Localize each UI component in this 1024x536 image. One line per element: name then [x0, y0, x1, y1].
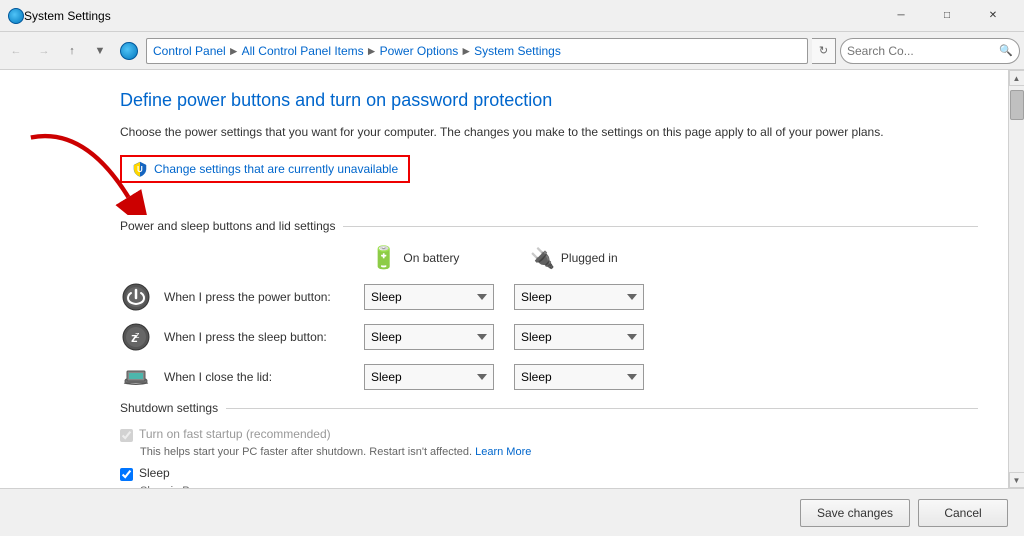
power-button-row: When I press the power button: Sleep Do … [120, 281, 978, 313]
power-button-battery-select[interactable]: Sleep Do nothing Hibernate Shut down Tur… [364, 284, 494, 310]
minimize-button[interactable]: ─ [878, 0, 924, 32]
scroll-thumb[interactable] [1010, 90, 1024, 120]
sleep-icon: z z [120, 321, 152, 353]
change-settings-label: Change settings that are currently unava… [154, 162, 398, 176]
recent-locations-button[interactable]: ▼ [88, 39, 112, 63]
sleep-button-plugged-select[interactable]: Sleep Do nothing Hibernate Shut down Tur… [514, 324, 644, 350]
battery-icon: 🔋 [370, 245, 397, 271]
fast-startup-learn-more[interactable]: Learn More [475, 446, 531, 458]
app-icon [8, 8, 24, 24]
main-content: Define power buttons and turn on passwor… [0, 70, 1024, 488]
on-battery-label: On battery [403, 251, 459, 265]
window-controls: ─ □ ✕ [878, 0, 1016, 32]
content-area: Define power buttons and turn on passwor… [0, 70, 1008, 488]
on-battery-column-header: 🔋 On battery [370, 245, 510, 271]
path-system-settings[interactable]: System Settings [474, 44, 561, 58]
title-bar: System Settings ─ □ ✕ [0, 0, 1024, 32]
scroll-down-arrow[interactable]: ▼ [1009, 472, 1024, 488]
close-lid-battery-select[interactable]: Sleep Do nothing Hibernate Shut down Tur… [364, 364, 494, 390]
sleep-row: Sleep [120, 466, 978, 481]
sleep-button-row: z z When I press the sleep button: Sleep… [120, 321, 978, 353]
power-icon [120, 281, 152, 313]
svg-text:z: z [135, 330, 140, 340]
forward-button[interactable]: → [32, 39, 56, 63]
back-button[interactable]: ← [4, 39, 28, 63]
up-button[interactable]: ↑ [60, 39, 84, 63]
close-button[interactable]: ✕ [970, 0, 1016, 32]
fast-startup-row: Turn on fast startup (recommended) [120, 427, 978, 442]
plug-icon: 🔌 [530, 246, 555, 271]
address-path[interactable]: Control Panel ► All Control Panel Items … [146, 38, 808, 64]
sleep-checkbox[interactable] [120, 468, 133, 481]
fast-startup-label: Turn on fast startup (recommended) [139, 427, 331, 441]
sleep-subtext: Show in Power menu. [140, 485, 978, 488]
sleep-button-battery-select[interactable]: Sleep Do nothing Hibernate Shut down Tur… [364, 324, 494, 350]
power-button-plugged-select[interactable]: Sleep Do nothing Hibernate Shut down Tur… [514, 284, 644, 310]
page-description: Choose the power settings that you want … [120, 123, 978, 141]
close-lid-plugged-select[interactable]: Sleep Do nothing Hibernate Shut down Tur… [514, 364, 644, 390]
cancel-button[interactable]: Cancel [918, 499, 1008, 527]
shutdown-section: Shutdown settings Turn on fast startup (… [120, 401, 978, 488]
power-sleep-header: Power and sleep buttons and lid settings [120, 219, 978, 233]
sleep-label: Sleep [139, 466, 170, 480]
scroll-up-arrow[interactable]: ▲ [1009, 70, 1024, 86]
power-button-label: When I press the power button: [164, 290, 364, 304]
location-icon [120, 42, 138, 60]
change-settings-area: U Change settings that are currently una… [120, 155, 978, 201]
scrollbar[interactable]: ▲ ▼ [1008, 70, 1024, 488]
close-lid-row: When I close the lid: Sleep Do nothing H… [120, 361, 978, 393]
sleep-button-label: When I press the sleep button: [164, 330, 364, 344]
save-changes-button[interactable]: Save changes [800, 499, 910, 527]
power-table-header: 🔋 On battery 🔌 Plugged in [120, 245, 978, 271]
window-title: System Settings [24, 9, 878, 23]
plugged-in-column-header: 🔌 Plugged in [530, 246, 670, 271]
refresh-button[interactable]: ↻ [812, 38, 836, 64]
path-power-options[interactable]: Power Options [380, 44, 459, 58]
maximize-button[interactable]: □ [924, 0, 970, 32]
fast-startup-checkbox[interactable] [120, 429, 133, 442]
close-lid-label: When I close the lid: [164, 370, 364, 384]
change-settings-button[interactable]: U Change settings that are currently una… [120, 155, 410, 183]
path-control-panel[interactable]: Control Panel [153, 44, 226, 58]
page-title: Define power buttons and turn on passwor… [120, 90, 978, 111]
address-bar: ← → ↑ ▼ Control Panel ► All Control Pane… [0, 32, 1024, 70]
shutdown-header: Shutdown settings [120, 401, 978, 415]
plugged-in-label: Plugged in [561, 251, 618, 265]
footer: Save changes Cancel [0, 488, 1024, 536]
search-box[interactable]: 🔍 [840, 38, 1020, 64]
search-icon: 🔍 [999, 44, 1013, 57]
red-arrow [20, 125, 150, 215]
search-input[interactable] [847, 44, 995, 58]
lid-icon [120, 361, 152, 393]
fast-startup-subtext: This helps start your PC faster after sh… [140, 446, 978, 458]
path-all-items[interactable]: All Control Panel Items [242, 44, 364, 58]
